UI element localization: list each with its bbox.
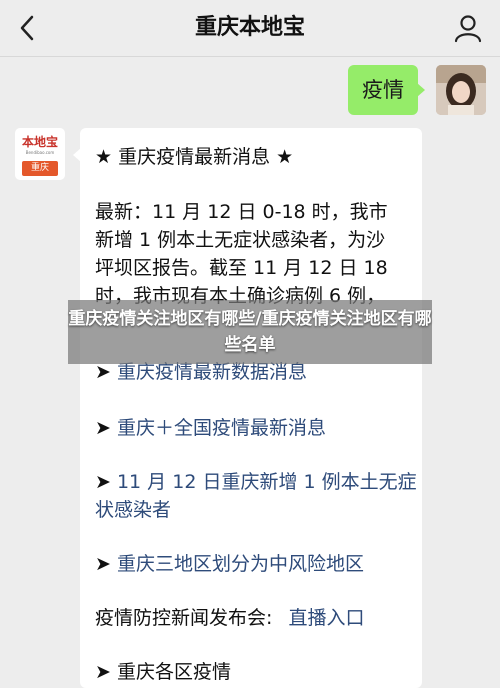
live-entry-link[interactable]: 直播入口 <box>288 607 364 629</box>
press-conference-label: 疫情防控新闻发布会: <box>95 607 273 629</box>
back-button[interactable] <box>10 10 46 46</box>
logo-city-tag: 重庆 <box>22 161 58 176</box>
cut-off-line: ➤ 重庆各区疫情 <box>95 661 231 683</box>
chevron-left-icon <box>20 15 34 41</box>
link-new-case[interactable]: ➤ 11 月 12 日重庆新增 1 例本土无症状感染者 <box>95 468 417 524</box>
link-text: 重庆三地区划分为中风险地区 <box>116 553 364 575</box>
arrow-icon: ➤ <box>95 361 111 383</box>
card-title: ★ 重庆疫情最新消息 ★ <box>95 146 294 168</box>
logo-text: 本地宝 <box>21 135 58 149</box>
profile-button[interactable] <box>450 10 486 46</box>
link-text: 重庆＋全国疫情最新消息 <box>116 417 326 439</box>
link-risk-areas[interactable]: ➤ 重庆三地区划分为中风险地区 <box>95 550 417 578</box>
news-card: ★ 重庆疫情最新消息 ★ 最新：11 月 12 日 0-18 时，我市 新增 1… <box>73 128 422 688</box>
card-body-text: 最新：11 月 12 日 0-18 时，我市 新增 1 例本土无症状感染者，为沙… <box>95 201 388 307</box>
link-national-news[interactable]: ➤ 重庆＋全国疫情最新消息 <box>95 414 417 442</box>
page-title: 重庆本地宝 <box>194 15 305 40</box>
user-avatar[interactable] <box>436 65 486 115</box>
logo-url: Bendibao.com <box>25 150 55 155</box>
arrow-icon: ➤ <box>95 417 111 439</box>
person-icon <box>454 15 482 43</box>
top-bar: 重庆本地宝 <box>0 0 500 57</box>
arrow-icon: ➤ <box>95 553 111 575</box>
link-text: 11 月 12 日重庆新增 1 例本土无症状感染者 <box>95 471 417 521</box>
my-message-bubble[interactable]: 疫情 <box>348 65 425 115</box>
press-conference-line: 疫情防控新闻发布会: 直播入口 <box>95 604 364 632</box>
avatar-image <box>436 65 486 115</box>
link-text: 重庆疫情最新数据消息 <box>116 361 307 383</box>
official-account-avatar[interactable]: 本地宝 Bendibao.com 重庆 <box>15 128 65 180</box>
arrow-icon: ➤ <box>95 471 111 493</box>
watermark-overlay: 重庆疫情关注地区有哪些/重庆疫情关注地区有哪些名单 <box>68 300 432 364</box>
